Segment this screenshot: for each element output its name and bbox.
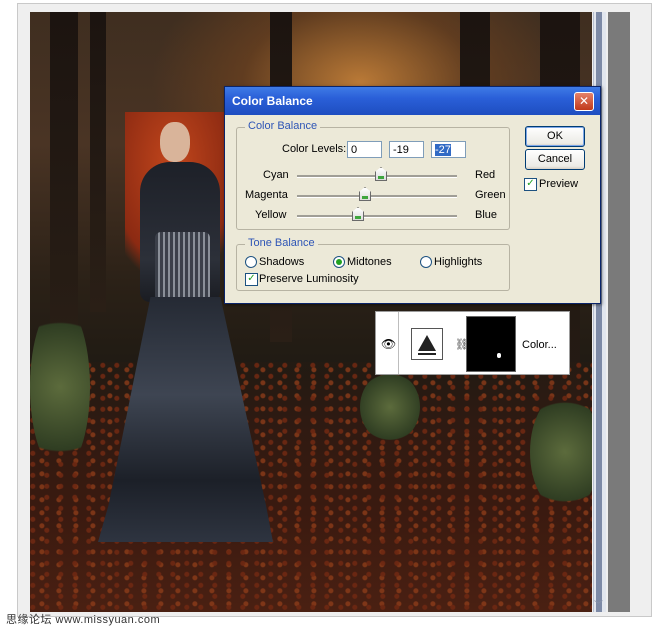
cyan-red-slider-thumb[interactable] (375, 167, 387, 181)
layer-row-color-balance[interactable]: 👁 ⛓ Color... (375, 311, 570, 375)
magenta-green-slider-track[interactable] (297, 195, 457, 198)
tree-trunk (90, 12, 106, 312)
green-label: Green (475, 189, 506, 201)
color-balance-group: Color Balance Color Levels: 0 -19 -27 Cy… (236, 120, 510, 230)
fern-bush (30, 302, 90, 472)
ok-button[interactable]: OK (525, 126, 585, 147)
layer-mask-thumbnail[interactable] (466, 316, 516, 372)
site-watermark: 思缘论坛 www.missyuan.com (6, 614, 161, 626)
cancel-button[interactable]: Cancel (525, 149, 585, 170)
layer-divider (398, 312, 399, 374)
cyan-label: Cyan (263, 169, 289, 181)
layer-name[interactable]: Color... (522, 339, 557, 351)
magenta-green-slider-thumb[interactable] (359, 187, 371, 201)
chevron-down-icon[interactable]: ﹀ (594, 598, 603, 611)
cyan-red-level-input[interactable]: 0 (347, 141, 382, 158)
color-levels-label: Color Levels: (282, 143, 347, 155)
woman-corset (155, 232, 210, 302)
tone-balance-group: Tone Balance Shadows Midtones Highlights… (236, 237, 510, 291)
yellow-blue-level-input[interactable]: -27 (431, 141, 466, 158)
yellow-blue-slider-thumb[interactable] (352, 207, 364, 221)
fern-bush (360, 372, 420, 442)
fern-bush (530, 392, 592, 512)
dialog-titlebar[interactable]: Color Balance ✕ (225, 87, 600, 115)
highlights-radio[interactable] (420, 256, 432, 268)
close-button[interactable]: ✕ (574, 92, 594, 111)
yellow-blue-slider-track[interactable] (297, 215, 457, 218)
highlights-label: Highlights (434, 256, 483, 268)
yellow-label: Yellow (255, 209, 287, 221)
side-panel (608, 12, 630, 612)
preserve-luminosity-checkbox[interactable]: ✓ (245, 273, 258, 286)
color-balance-icon[interactable] (411, 328, 443, 360)
shadows-label: Shadows (259, 256, 305, 268)
magenta-green-level-input[interactable]: -19 (389, 141, 424, 158)
color-balance-dialog: Color Balance ✕ Color Balance Color Leve… (224, 86, 601, 304)
magenta-label: Magenta (245, 189, 288, 201)
eye-icon[interactable]: 👁 (381, 337, 396, 351)
red-label: Red (475, 169, 496, 181)
blue-label: Blue (475, 209, 498, 221)
woman-face (160, 122, 190, 162)
midtones-label: Midtones (347, 256, 392, 268)
preview-checkbox[interactable]: ✓ (524, 178, 537, 191)
preserve-luminosity-label: Preserve Luminosity (259, 273, 359, 285)
group-label: Tone Balance (245, 237, 318, 249)
dialog-title: Color Balance (232, 94, 313, 108)
shadows-radio[interactable] (245, 256, 257, 268)
midtones-radio[interactable] (333, 256, 345, 268)
group-label: Color Balance (245, 120, 321, 132)
preview-label: Preview (539, 178, 579, 190)
